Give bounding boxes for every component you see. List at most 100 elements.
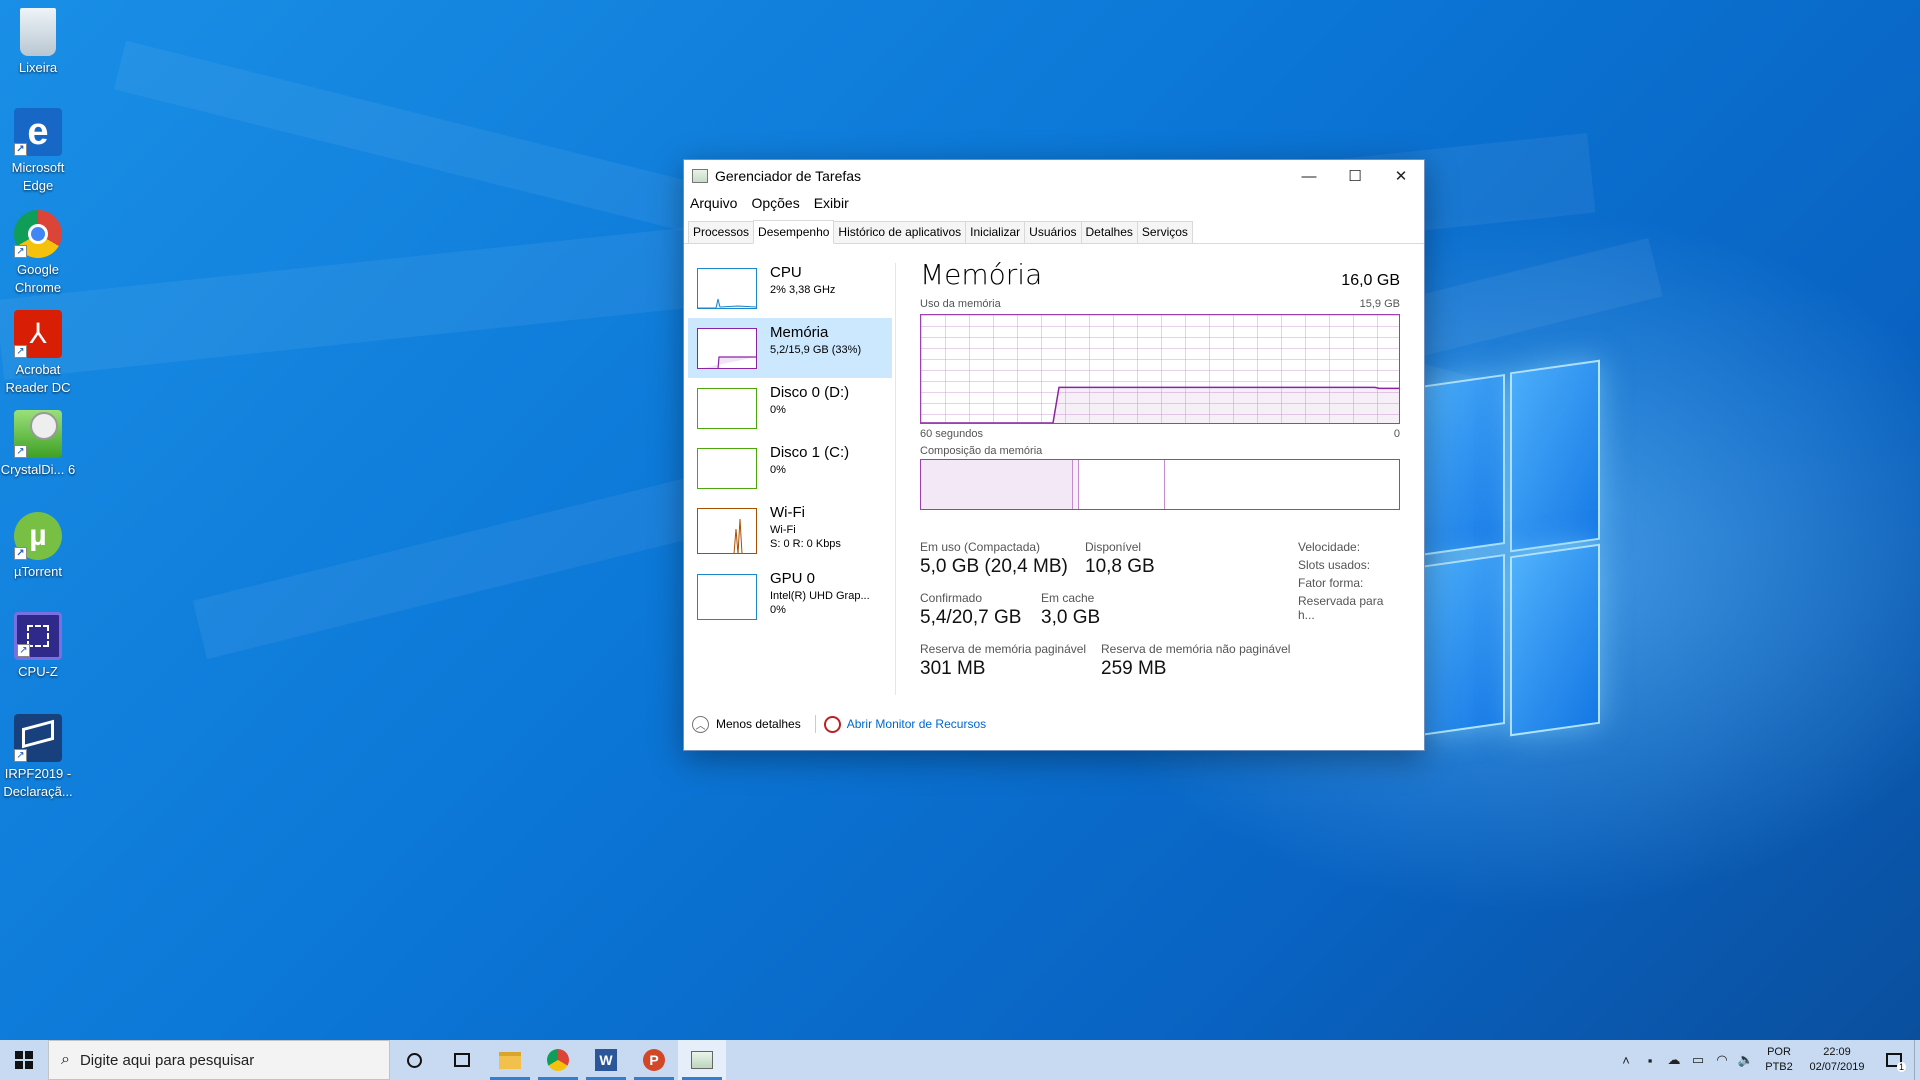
available-value: 10,8 GB (1085, 556, 1155, 577)
close-button[interactable]: ✕ (1378, 160, 1424, 192)
task-view-icon (454, 1053, 470, 1067)
tray-app-icon[interactable]: ▪ (1638, 1053, 1662, 1068)
tab-usuarios[interactable]: Usuários (1024, 221, 1082, 243)
chrome-icon (547, 1049, 569, 1071)
sidebar-item-disco0[interactable]: Disco 0 (D:) 0% (688, 378, 892, 438)
sidebar-item-wifi[interactable]: Wi-Fi Wi-Fi S: 0 R: 0 Kbps (688, 498, 892, 564)
taskbar-chrome[interactable] (534, 1040, 582, 1080)
usage-label: Uso da memória (920, 298, 1001, 310)
recycle-bin-icon (20, 8, 56, 56)
word-icon: W (595, 1049, 617, 1071)
sidebar-item-detail: 0% (770, 404, 786, 416)
axis-right-label: 0 (1393, 428, 1400, 440)
sidebar-item-detail: 2% 3,38 GHz (770, 284, 836, 296)
battery-icon[interactable]: ▭ (1686, 1052, 1710, 1068)
desktop-icon-chrome[interactable]: ↗ Google Chrome (0, 210, 76, 297)
tab-historico[interactable]: Histórico de aplicativos (833, 221, 967, 243)
maximize-icon: ☐ (1348, 168, 1362, 185)
disk1-thumbnail-graph (697, 448, 757, 489)
clock[interactable]: 22:09 02/07/2019 (1800, 1045, 1874, 1075)
tab-servicos[interactable]: Serviços (1136, 221, 1193, 243)
chevron-up-icon[interactable]: ˄ (1614, 1053, 1638, 1068)
taskbar-powerpoint[interactable]: P (630, 1040, 678, 1080)
shortcut-arrow-icon: ↗ (14, 345, 27, 358)
desktop-icon-utorrent[interactable]: µ ↗ µTorrent (0, 512, 76, 581)
memory-sparkline (702, 356, 756, 368)
committed-label: Confirmado (920, 591, 983, 605)
desktop-icon-label: CrystalDi... 6 (0, 462, 76, 477)
sidebar-item-title: GPU 0 (770, 570, 816, 587)
utorrent-icon: µ ↗ (14, 512, 62, 560)
menu-exibir[interactable]: Exibir (814, 195, 849, 211)
volume-icon[interactable]: 🔈 (1734, 1052, 1758, 1068)
sidebar-item-title: CPU (770, 264, 802, 281)
sidebar-item-gpu[interactable]: GPU 0 Intel(R) UHD Grap... 0% (688, 564, 892, 630)
gpu-thumbnail-graph (697, 574, 757, 620)
sidebar-item-detail: 0% (770, 604, 786, 616)
chevron-up-icon: ︿ (692, 715, 709, 733)
less-details-button[interactable]: Menos detalhes (716, 717, 801, 731)
sidebar-item-title: Memória (770, 324, 829, 341)
speed-label: Velocidade: (1298, 540, 1361, 554)
sidebar-item-detail: 5,2/15,9 GB (33%) (770, 344, 862, 356)
wifi-thumbnail-graph (697, 508, 757, 554)
windows-logo (1420, 359, 1600, 740)
taskbar: ⌕ Digite aqui para pesquisar W P ˄ ▪ ☁ ▭… (0, 1040, 1920, 1080)
desktop-icon-irpf[interactable]: ↗ IRPF2019 - Declaraçã... (0, 714, 76, 801)
hardware-reserved-label: Reservada para h... (1298, 594, 1384, 622)
committed-value: 5,4/20,7 GB (920, 607, 1022, 628)
memory-usage-line (921, 386, 1399, 424)
task-view-button[interactable] (438, 1040, 486, 1080)
desktop-icon-recycle-bin[interactable]: Lixeira (0, 8, 76, 77)
taskbar-file-explorer[interactable] (486, 1040, 534, 1080)
slots-label: Slots usados: (1298, 558, 1371, 572)
show-desktop-button[interactable] (1914, 1040, 1920, 1080)
form-factor-label: Fator forma: (1298, 576, 1364, 590)
tab-detalhes[interactable]: Detalhes (1080, 221, 1138, 243)
language-indicator[interactable]: POR PTB2 (1758, 1045, 1800, 1075)
search-icon: ⌕ (61, 1051, 70, 1068)
sidebar-item-cpu[interactable]: CPU 2% 3,38 GHz (688, 258, 892, 318)
sidebar-item-memoria[interactable]: Memória 5,2/15,9 GB (33%) (688, 318, 892, 378)
desktop-icon-label: CPU-Z (18, 664, 58, 679)
resource-monitor-link[interactable]: Abrir Monitor de Recursos (847, 717, 986, 731)
onedrive-icon[interactable]: ☁ (1662, 1052, 1686, 1068)
notification-badge: 1 (1896, 1062, 1906, 1072)
windows-start-icon (15, 1051, 33, 1069)
maximize-button[interactable]: ☐ (1332, 160, 1378, 192)
page-title: Memória (920, 258, 1043, 291)
acrobat-icon: ⅄ ↗ (14, 310, 62, 358)
wifi-icon[interactable]: ◠ (1710, 1052, 1734, 1068)
desktop-icon-edge[interactable]: e ↗ Microsoft Edge (0, 108, 76, 195)
taskbar-task-manager[interactable] (678, 1040, 726, 1080)
sidebar-item-disco1[interactable]: Disco 1 (C:) 0% (688, 438, 892, 498)
clock-time: 22:09 (1823, 1046, 1851, 1058)
minimize-button[interactable]: — (1286, 160, 1332, 192)
tab-processos[interactable]: Processos (688, 221, 755, 243)
menu-arquivo[interactable]: Arquivo (690, 195, 737, 211)
language-code: POR (1767, 1046, 1791, 1058)
search-box[interactable]: ⌕ Digite aqui para pesquisar (48, 1040, 390, 1080)
keyboard-layout: PTB2 (1765, 1061, 1793, 1073)
taskbar-word[interactable]: W (582, 1040, 630, 1080)
tab-inicializar[interactable]: Inicializar (965, 221, 1026, 243)
desktop-icon-cpuz[interactable]: ↗ CPU-Z (0, 612, 76, 681)
edge-icon: e ↗ (14, 108, 62, 156)
task-manager-window[interactable]: Gerenciador de Tarefas — ☐ ✕ Arquivo Opç… (683, 159, 1425, 751)
desktop-icon-crystaldisk[interactable]: ↗ CrystalDi... 6 (0, 410, 76, 479)
file-explorer-icon (499, 1051, 521, 1069)
desktop-icon-acrobat[interactable]: ⅄ ↗ Acrobat Reader DC (0, 310, 76, 397)
clock-date: 02/07/2019 (1809, 1061, 1865, 1073)
chrome-icon: ↗ (14, 210, 62, 258)
tab-desempenho[interactable]: Desempenho (753, 220, 835, 244)
desktop-icon-label: Lixeira (18, 60, 58, 75)
menu-opcoes[interactable]: Opções (751, 195, 799, 211)
in-use-label: Em uso (Compactada) (920, 540, 1041, 554)
desktop-icon-label: µTorrent (14, 564, 62, 579)
start-button[interactable] (0, 1040, 48, 1080)
notification-button[interactable]: 1 (1874, 1040, 1914, 1080)
cortana-button[interactable] (390, 1040, 438, 1080)
memory-usage-graph (920, 314, 1400, 424)
shortcut-arrow-icon: ↗ (14, 749, 27, 762)
usage-max: 15,9 GB (1359, 298, 1400, 310)
